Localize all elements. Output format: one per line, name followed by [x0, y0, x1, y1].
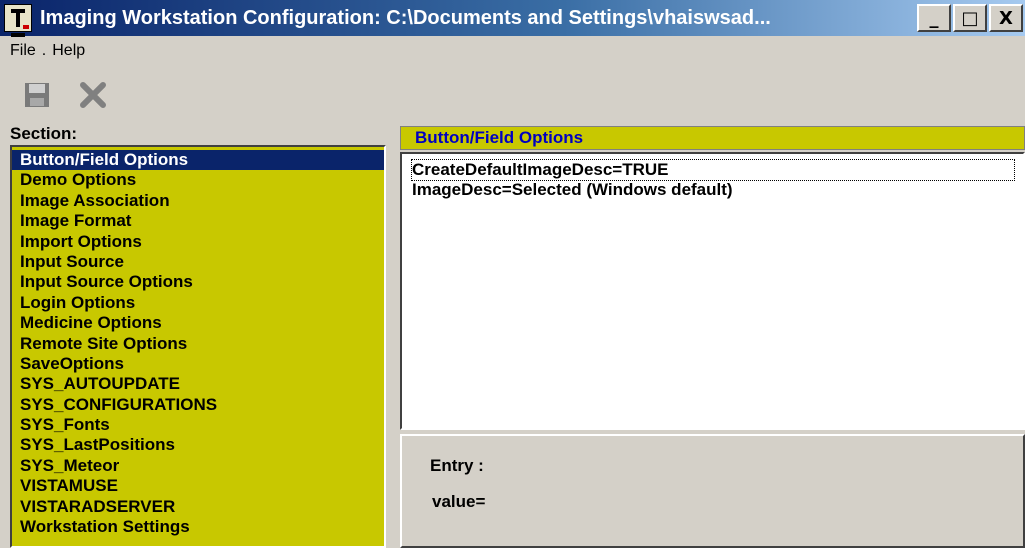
- section-item[interactable]: Button/Field Options: [12, 150, 384, 171]
- section-item[interactable]: Image Association: [12, 191, 384, 211]
- section-item[interactable]: Image Format: [12, 211, 384, 231]
- option-item[interactable]: CreateDefaultImageDesc=TRUE: [411, 159, 1015, 181]
- menu-separator: .: [41, 42, 47, 59]
- section-item[interactable]: VISTAMUSE: [12, 476, 384, 496]
- options-list[interactable]: CreateDefaultImageDesc=TRUE ImageDesc=Se…: [400, 152, 1025, 430]
- panel-splitter[interactable]: [388, 145, 398, 548]
- section-item[interactable]: Workstation Settings: [12, 517, 384, 537]
- maximize-button[interactable]: □: [953, 4, 987, 32]
- option-item[interactable]: ImageDesc=Selected (Windows default): [412, 180, 1023, 200]
- section-item[interactable]: SYS_AUTOUPDATE: [12, 374, 384, 394]
- options-header: Button/Field Options: [400, 126, 1025, 150]
- section-item[interactable]: Input Source: [12, 252, 384, 272]
- section-item[interactable]: SaveOptions: [12, 354, 384, 374]
- section-item[interactable]: Import Options: [12, 232, 384, 252]
- toolbar: [0, 70, 1025, 120]
- section-item[interactable]: SYS_CONFIGURATIONS: [12, 395, 384, 415]
- close-button[interactable]: X: [989, 4, 1023, 32]
- floppy-disk-icon: [25, 83, 49, 107]
- title-bar[interactable]: Imaging Workstation Configuration: C:\Do…: [0, 0, 1025, 37]
- save-button[interactable]: [20, 78, 54, 112]
- entry-panel: Entry : value=: [400, 434, 1025, 548]
- cancel-button[interactable]: [76, 78, 110, 112]
- section-item[interactable]: Remote Site Options: [12, 334, 384, 354]
- window-title: Imaging Workstation Configuration: C:\Do…: [40, 6, 771, 29]
- menu-bar: File . Help: [0, 37, 1025, 65]
- menu-file[interactable]: File: [10, 42, 36, 60]
- section-item[interactable]: Login Options: [12, 293, 384, 313]
- section-item[interactable]: SYS_Fonts: [12, 415, 384, 435]
- section-item[interactable]: Input Source Options: [12, 272, 384, 292]
- section-list[interactable]: Button/Field Options Demo Options Image …: [10, 145, 386, 548]
- value-label: value=: [432, 492, 486, 511]
- window-controls: _ □ X: [917, 4, 1023, 32]
- section-label: Section:: [10, 124, 78, 143]
- minimize-button[interactable]: _: [917, 4, 951, 32]
- section-item[interactable]: SYS_LastPositions: [12, 435, 384, 455]
- section-item[interactable]: SYS_Meteor: [12, 456, 384, 476]
- section-item[interactable]: Medicine Options: [12, 313, 384, 333]
- app-icon[interactable]: [4, 4, 32, 37]
- x-icon: [80, 82, 106, 108]
- menu-help[interactable]: Help: [52, 42, 85, 60]
- section-item[interactable]: Demo Options: [12, 170, 384, 190]
- entry-label: Entry :: [430, 456, 484, 475]
- section-item[interactable]: VISTARADSERVER: [12, 497, 384, 517]
